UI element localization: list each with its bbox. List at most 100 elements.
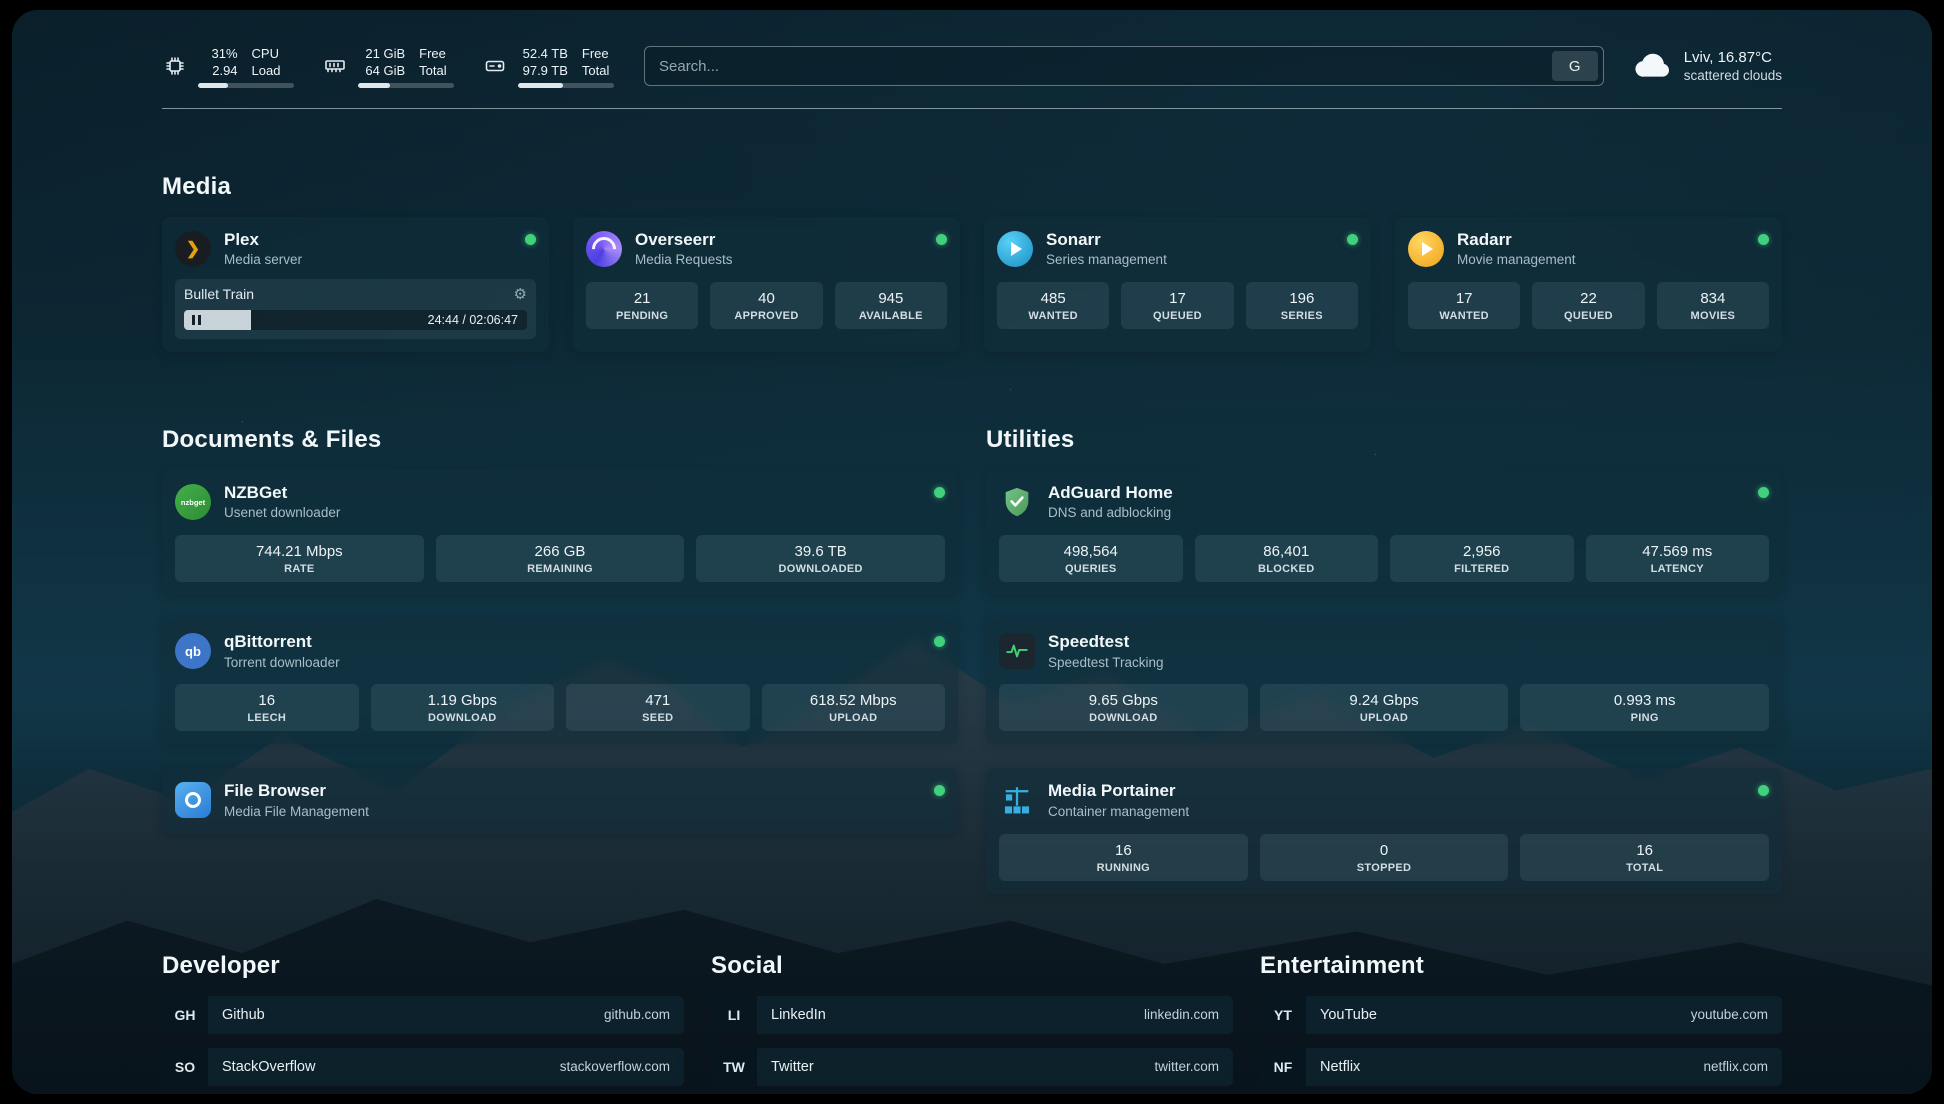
bookmark-url: twitter.com <box>1154 1059 1219 1074</box>
service-card-radarr[interactable]: Radarr Movie management 17 WANTED 22 QUE… <box>1395 217 1782 352</box>
stat-stopped: 0 STOPPED <box>1260 834 1509 881</box>
service-card-plex[interactable]: ❯ Plex Media server Bullet Train ⚙ <box>162 217 549 352</box>
bookmark-twitter[interactable]: TW Twitter twitter.com <box>711 1048 1233 1086</box>
memory-free-value: 21 GiB <box>358 45 405 62</box>
stat-running: 16 RUNNING <box>999 834 1248 881</box>
bookmark-abbr: LI <box>711 996 757 1034</box>
bookmark-name: Github <box>222 1007 265 1023</box>
gear-icon[interactable]: ⚙ <box>514 287 527 302</box>
stat-blocked: 86,401 BLOCKED <box>1195 535 1379 582</box>
cpu-progress-bar <box>198 83 294 88</box>
stat-download: 1.19 Gbps DOWNLOAD <box>371 684 555 731</box>
service-desc: Series management <box>1046 252 1167 269</box>
stat-queued: 17 QUEUED <box>1121 282 1233 329</box>
search-bar: G <box>644 46 1604 86</box>
status-dot <box>1758 785 1769 796</box>
dashboard-screen: 31% CPU 2.94 Load <box>12 10 1932 1094</box>
playback-progress-bar: 24:44 / 02:06:47 <box>184 310 527 330</box>
stat-remaining: 266 GB REMAINING <box>436 535 685 582</box>
resource-widgets: 31% CPU 2.94 Load <box>162 45 614 88</box>
service-name: File Browser <box>224 780 369 801</box>
bookmark-url: youtube.com <box>1691 1007 1768 1022</box>
service-card-nzbget[interactable]: nzbget NZBGet Usenet downloader 744.21 M… <box>162 470 958 595</box>
service-card-portainer[interactable]: Media Portainer Container management 16 … <box>986 768 1782 893</box>
bookmark-stackoverflow[interactable]: SO StackOverflow stackoverflow.com <box>162 1048 684 1086</box>
service-card-filebrowser[interactable]: File Browser Media File Management <box>162 768 958 833</box>
service-desc: Speedtest Tracking <box>1048 655 1164 672</box>
bookmark-github[interactable]: GH Github github.com <box>162 996 684 1034</box>
bookmark-name: Netflix <box>1320 1059 1360 1075</box>
sonarr-icon <box>997 231 1033 267</box>
service-card-sonarr[interactable]: Sonarr Series management 485 WANTED 17 Q… <box>984 217 1371 352</box>
status-dot <box>934 785 945 796</box>
service-name: Overseerr <box>635 229 733 250</box>
bookmark-netflix[interactable]: NF Netflix netflix.com <box>1260 1048 1782 1086</box>
stat-total: 16 TOTAL <box>1520 834 1769 881</box>
cpu-load-label: Load <box>252 62 294 79</box>
qbittorrent-icon: qb <box>175 633 211 669</box>
status-dot <box>1347 234 1358 245</box>
bookmark-abbr: SO <box>162 1048 208 1086</box>
stat-downloaded: 39.6 TB DOWNLOADED <box>696 535 945 582</box>
bookmark-youtube[interactable]: YT YouTube youtube.com <box>1260 996 1782 1034</box>
service-name: Sonarr <box>1046 229 1167 250</box>
stat-upload: 9.24 Gbps UPLOAD <box>1260 684 1509 731</box>
search-input[interactable] <box>645 47 1552 85</box>
disk-total-value: 97.9 TB <box>518 62 568 79</box>
cloud-icon <box>1634 49 1672 84</box>
bookmark-name: Twitter <box>771 1059 814 1075</box>
radarr-icon <box>1408 231 1444 267</box>
playback-time: 24:44 / 02:06:47 <box>428 310 518 330</box>
stat-rate: 744.21 Mbps RATE <box>175 535 424 582</box>
service-name: Plex <box>224 229 302 250</box>
service-card-speedtest[interactable]: Speedtest Speedtest Tracking 9.65 Gbps D… <box>986 619 1782 744</box>
header-divider <box>162 108 1782 109</box>
plex-now-playing: Bullet Train ⚙ 24:44 / 02:06:47 <box>175 279 536 339</box>
stat-upload: 618.52 Mbps UPLOAD <box>762 684 946 731</box>
cpu-widget: 31% CPU 2.94 Load <box>162 45 294 88</box>
service-name: Speedtest <box>1048 631 1164 652</box>
section-title-utilities: Utilities <box>986 426 1782 454</box>
bookmark-name: LinkedIn <box>771 1007 826 1023</box>
service-desc: Torrent downloader <box>224 655 340 672</box>
service-name: Media Portainer <box>1048 780 1189 801</box>
service-name: Radarr <box>1457 229 1576 250</box>
stat-approved: 40 APPROVED <box>710 282 822 329</box>
bookmark-linkedin[interactable]: LI LinkedIn linkedin.com <box>711 996 1233 1034</box>
stat-available: 945 AVAILABLE <box>835 282 947 329</box>
plex-icon: ❯ <box>175 231 211 267</box>
weather-widget: Lviv, 16.87°C scattered clouds <box>1634 49 1782 84</box>
bookmark-abbr: NF <box>1260 1048 1306 1086</box>
service-card-overseerr[interactable]: Overseerr Media Requests 21 PENDING 40 A… <box>573 217 960 352</box>
bookmark-abbr: YT <box>1260 996 1306 1034</box>
nzbget-icon: nzbget <box>175 484 211 520</box>
filebrowser-icon <box>175 782 211 818</box>
status-dot <box>934 636 945 647</box>
section-title-media: Media <box>162 173 1782 201</box>
service-card-qbittorrent[interactable]: qb qBittorrent Torrent downloader 16 LEE… <box>162 619 958 744</box>
bookmark-url: linkedin.com <box>1144 1007 1219 1022</box>
cpu-icon <box>162 53 188 79</box>
service-card-adguard[interactable]: AdGuard Home DNS and adblocking 498,564 … <box>986 470 1782 595</box>
bookmark-group-social: Social LI LinkedIn linkedin.com TW Twitt… <box>711 952 1233 1086</box>
memory-widget: 21 GiB Free 64 GiB Total <box>322 45 454 88</box>
disk-free-label: Free <box>582 45 614 62</box>
speedtest-icon <box>999 633 1035 669</box>
status-dot <box>1758 234 1769 245</box>
section-utilities: Utilities <box>986 362 1782 893</box>
now-playing-title: Bullet Train <box>184 286 254 302</box>
stat-ping: 0.993 ms PING <box>1520 684 1769 731</box>
memory-icon <box>322 53 348 79</box>
stat-pending: 21 PENDING <box>586 282 698 329</box>
portainer-icon <box>999 782 1035 818</box>
stat-filtered: 2,956 FILTERED <box>1390 535 1574 582</box>
search-provider-button[interactable]: G <box>1552 51 1598 81</box>
status-dot <box>525 234 536 245</box>
stat-series: 196 SERIES <box>1246 282 1358 329</box>
section-title-entertainment: Entertainment <box>1260 952 1782 980</box>
stat-latency: 47.569 ms LATENCY <box>1586 535 1770 582</box>
adguard-shield-icon <box>999 484 1035 520</box>
service-name: NZBGet <box>224 482 340 503</box>
memory-total-value: 64 GiB <box>358 62 405 79</box>
stat-queries: 498,564 QUERIES <box>999 535 1183 582</box>
